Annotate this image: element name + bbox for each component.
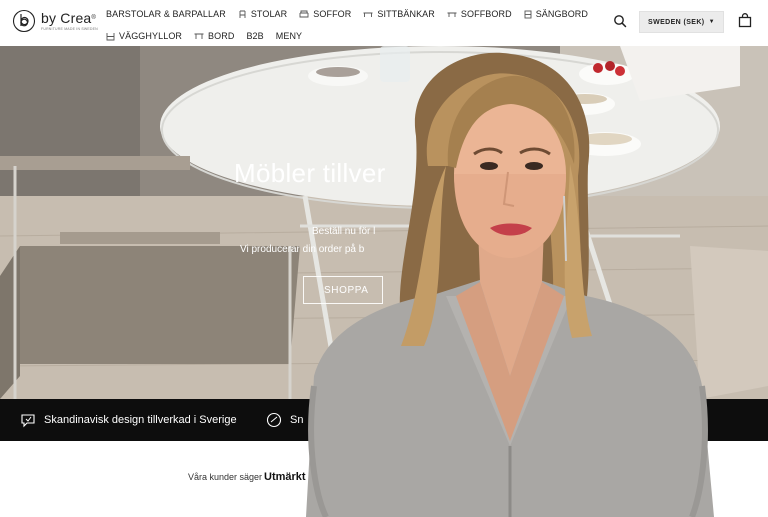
region-selector[interactable]: SWEDEN (SEK) ▼ — [639, 11, 724, 33]
table-icon — [194, 33, 204, 39]
nav-label: MENY — [275, 31, 303, 41]
fast-icon — [266, 412, 282, 428]
brand-tagline: FURNITURE MADE IN SWEDEN — [41, 27, 98, 31]
usp-text: Skandinavisk design tillverkad i Sverige — [44, 414, 237, 426]
region-label: SWEDEN (SEK) — [648, 18, 705, 26]
brand-name: by Crea® — [41, 10, 97, 26]
chat-icon — [21, 414, 35, 428]
nav-item-soffor[interactable]: SOFFOR — [299, 9, 351, 19]
bench-icon — [363, 12, 373, 17]
usp-item-fast: Sn — [266, 399, 303, 441]
main-navigation: BARSTOLAR & BARPALLAR STOLAR SOFFOR SITT… — [106, 0, 588, 45]
nav-label: BARSTOLAR & BARPALLAR — [106, 9, 226, 19]
nav-label: SITTBÄNKAR — [377, 9, 435, 19]
nav-label: STOLAR — [250, 9, 288, 19]
shopping-bag-icon[interactable] — [737, 13, 753, 29]
shop-button-label: SHOPPA — [324, 284, 369, 296]
nav-item-soffbord[interactable]: SOFFBORD — [447, 9, 512, 19]
nav-item-barstolar[interactable]: BARSTOLAR & BARPALLAR — [106, 9, 226, 19]
shelf-icon — [106, 32, 115, 40]
nav-item-bord[interactable]: BORD — [194, 31, 234, 41]
caret-down-icon: ▼ — [708, 19, 715, 25]
nav-label: VÄGGHYLLOR — [119, 31, 183, 41]
chair-icon — [239, 10, 246, 18]
nav-item-sittbankar[interactable]: SITTBÄNKAR — [363, 9, 435, 19]
brand-logo[interactable]: by Crea® FURNITURE MADE IN SWEDEN — [12, 9, 98, 33]
sofa-icon — [299, 10, 309, 18]
nav-label: SOFFOR — [313, 9, 352, 19]
shop-button[interactable]: SHOPPA — [303, 276, 383, 304]
nav-label: B2B — [246, 31, 264, 41]
nav-item-sangbord[interactable]: SÄNGBORD — [524, 9, 588, 19]
reviews-score[interactable]: Utmärkt — [264, 471, 306, 483]
nav-item-stolar[interactable]: STOLAR — [238, 9, 287, 19]
hero-background-image — [0, 46, 768, 399]
search-icon[interactable] — [612, 13, 628, 29]
nav-label: SÄNGBORD — [535, 9, 589, 19]
hero-subtitle-line2: Vi producerar din order på b — [240, 244, 365, 255]
usp-bar: Skandinavisk design tillverkad i Sverige… — [0, 399, 768, 441]
trustpilot-star-icon[interactable]: ★ — [312, 470, 326, 484]
nav-label: BORD — [208, 31, 235, 41]
hero-title: Möbler tillver — [234, 158, 386, 188]
reviews-section: Våra kunder säger Utmärkt ★ — [0, 441, 768, 517]
nightstand-icon — [524, 10, 532, 18]
usp-item-design: Skandinavisk design tillverkad i Sverige — [20, 399, 237, 441]
site-header: by Crea® FURNITURE MADE IN SWEDEN BARSTO… — [0, 0, 768, 46]
nav-label: SOFFBORD — [460, 9, 512, 19]
nav-item-meny[interactable]: MENY — [276, 31, 302, 41]
hero-banner: Möbler tillver Beställ nu för l Vi produ… — [0, 46, 768, 399]
coffee-table-icon — [447, 12, 457, 17]
nav-item-vagghyllor[interactable]: VÄGGHYLLOR — [106, 31, 182, 41]
reviews-label: Våra kunder säger — [188, 472, 263, 482]
logo-mark-icon — [12, 9, 36, 33]
nav-item-b2b[interactable]: B2B — [246, 31, 263, 41]
usp-text: Sn — [290, 414, 304, 426]
hero-subtitle-line1: Beställ nu för l — [312, 226, 376, 237]
